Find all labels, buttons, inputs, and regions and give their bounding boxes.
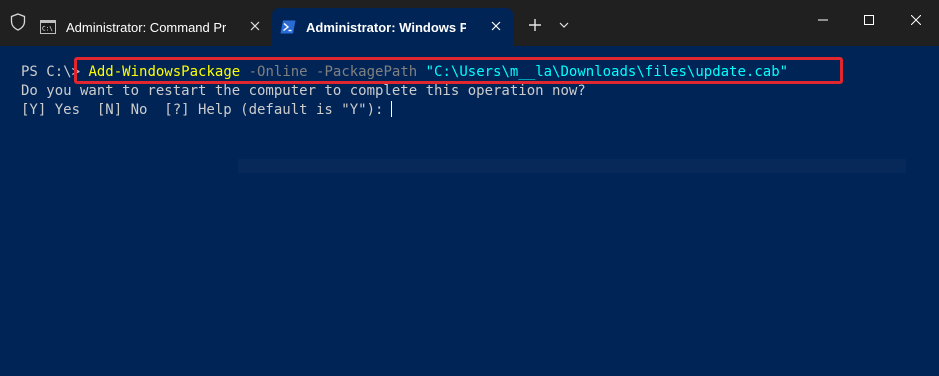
close-tab-icon[interactable] — [248, 19, 262, 33]
text-cursor — [391, 101, 393, 117]
tab-title: Administrator: Command Prom — [66, 19, 226, 35]
minimize-icon[interactable] — [800, 0, 846, 40]
restart-question: Do you want to restart the computer to c… — [21, 83, 586, 99]
tab-command-prompt[interactable]: C:\ Administrator: Command Prom — [32, 8, 272, 46]
maximize-icon[interactable] — [846, 0, 892, 40]
plus-icon[interactable] — [521, 13, 549, 37]
choice-text: [Y] Yes [N] No [?] Help (default is "Y")… — [21, 102, 384, 118]
shield-icon — [8, 11, 28, 33]
terminal-window: C:\ Administrator: Command Prom Administ… — [0, 0, 939, 376]
powershell-icon — [280, 19, 296, 35]
tab-title: Administrator: Windows Powe — [306, 19, 466, 35]
cmd-prompt-icon: C:\ — [40, 19, 56, 35]
title-bar: C:\ Administrator: Command Prom Administ… — [0, 0, 939, 46]
tab-powershell[interactable]: Administrator: Windows Powe — [272, 8, 513, 46]
prompt: PS C:\> — [21, 64, 81, 80]
close-tab-icon[interactable] — [489, 19, 503, 33]
terminal-output[interactable]: PS C:\> Add-WindowsPackage -Online -Pack… — [0, 46, 939, 376]
close-icon[interactable] — [893, 0, 939, 40]
ghost-row — [238, 159, 906, 173]
restart-choice-prompt[interactable]: [Y] Yes [N] No [?] Help (default is "Y")… — [21, 101, 393, 119]
chevron-down-icon[interactable] — [552, 13, 576, 37]
command-highlight-box — [74, 57, 843, 84]
svg-text:C:\: C:\ — [42, 26, 53, 33]
